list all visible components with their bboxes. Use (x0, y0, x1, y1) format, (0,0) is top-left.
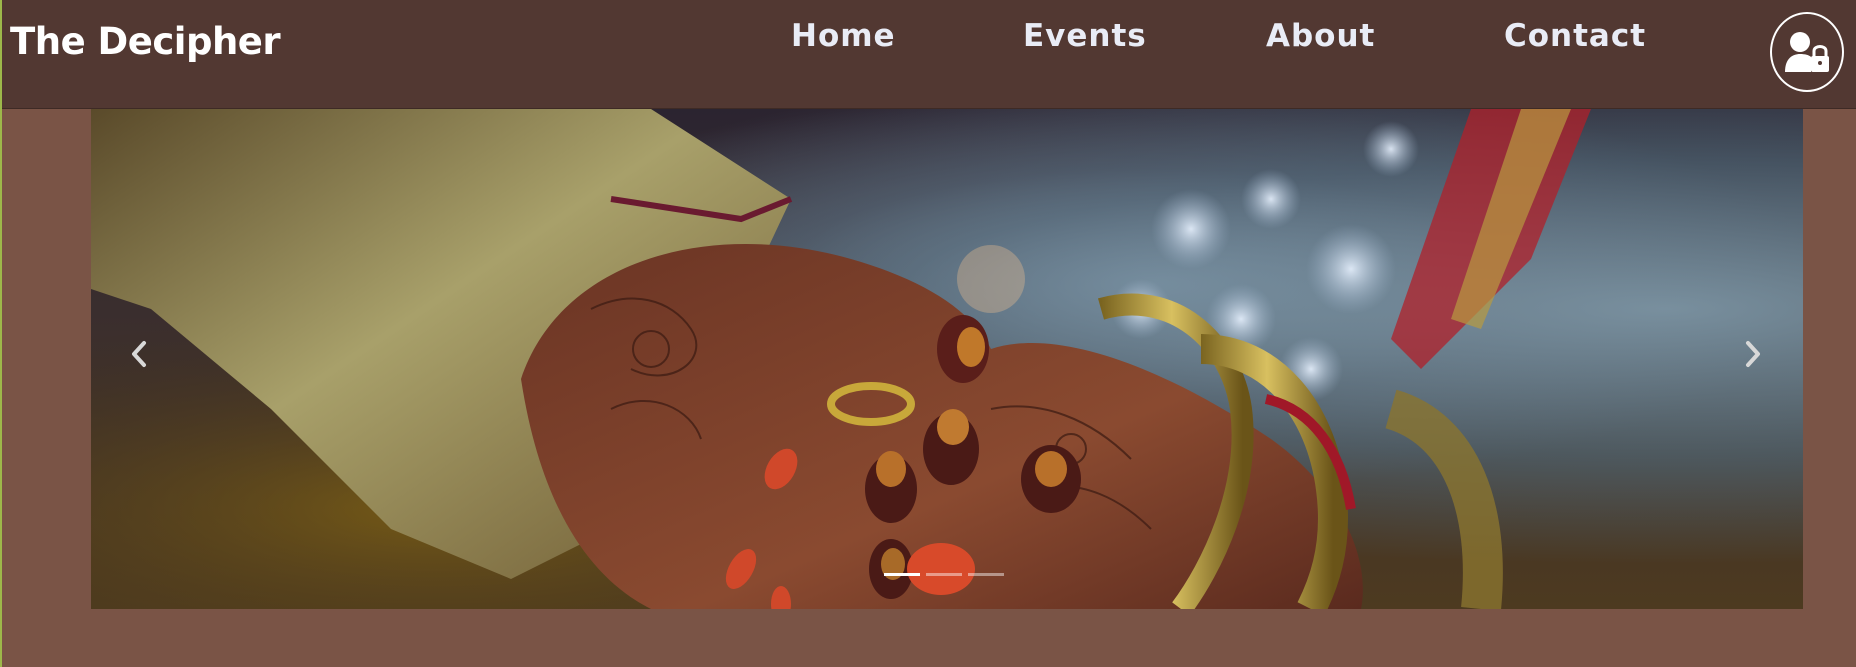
navbar: The Decipher Home Events About Contact (2, 0, 1856, 109)
chevron-left-icon (132, 341, 146, 367)
carousel-next-button[interactable] (1733, 324, 1773, 384)
carousel-prev-button[interactable] (119, 324, 159, 384)
nav-link-home[interactable]: Home (791, 18, 896, 54)
brand-title[interactable]: The Decipher (10, 20, 281, 63)
carousel-indicators (884, 573, 1004, 576)
image-carousel[interactable] (91, 109, 1803, 609)
user-lock-icon (1785, 32, 1829, 72)
nav-link-events[interactable]: Events (1023, 18, 1147, 54)
chevron-right-icon (1746, 341, 1760, 367)
nav-link-contact[interactable]: Contact (1504, 18, 1646, 54)
carousel-slide-image (91, 109, 1803, 609)
carousel-indicator-1[interactable] (884, 573, 920, 576)
nav-link-about[interactable]: About (1266, 18, 1375, 54)
carousel-indicator-2[interactable] (926, 573, 962, 576)
carousel-indicator-3[interactable] (968, 573, 1004, 576)
login-button[interactable] (1770, 12, 1844, 92)
